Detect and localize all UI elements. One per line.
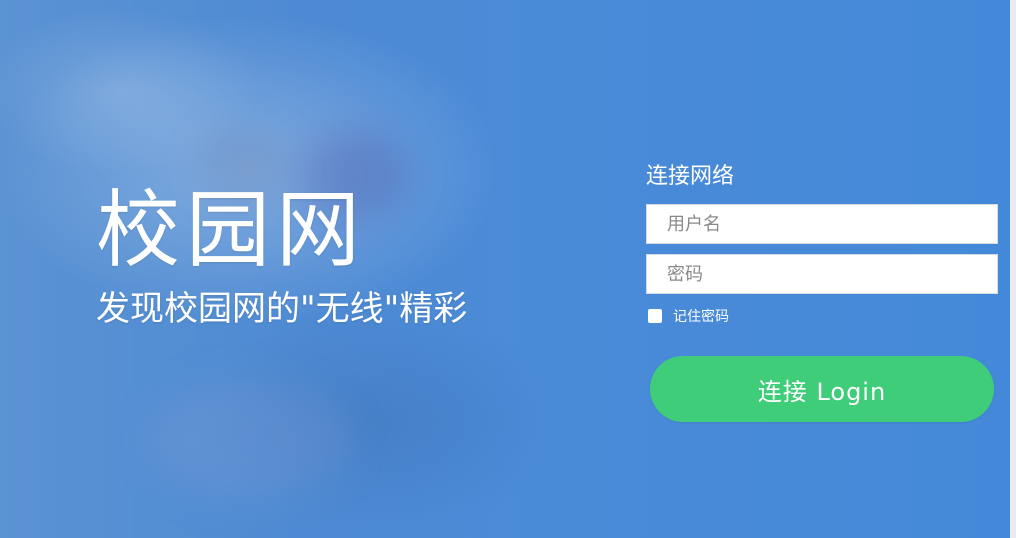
login-panel: 连接网络 记住密码 连接 Login xyxy=(646,160,1000,422)
login-button[interactable]: 连接 Login xyxy=(650,356,994,422)
username-input[interactable] xyxy=(646,204,998,244)
slogan: 发现校园网的"无线"精彩 xyxy=(96,289,468,329)
brand-block: 校园网 发现校园网的"无线"精彩 xyxy=(96,182,467,330)
password-input[interactable] xyxy=(646,254,998,294)
background-blur xyxy=(150,380,350,500)
remember-row: 记住密码 xyxy=(646,304,1000,328)
login-heading: 连接网络 xyxy=(646,164,735,189)
remember-checkbox[interactable] xyxy=(648,309,662,323)
remember-label: 记住密码 xyxy=(673,309,729,325)
login-page: 校园网 发现校园网的"无线"精彩 连接网络 记住密码 连接 Login xyxy=(0,0,1016,538)
page-title: 校园网 xyxy=(96,181,367,279)
window-edge xyxy=(1010,0,1016,538)
